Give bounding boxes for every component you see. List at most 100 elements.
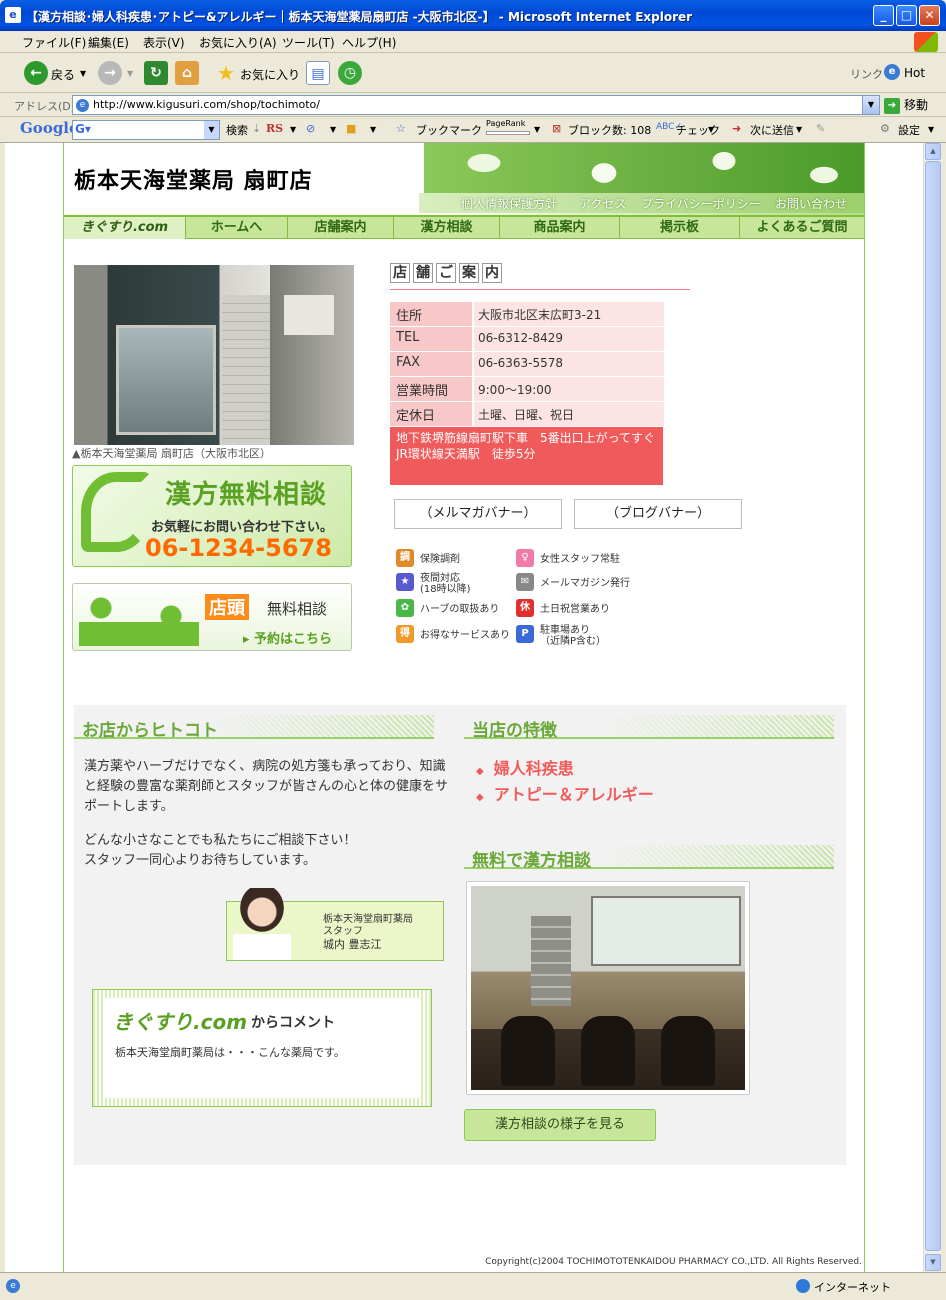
store-photo [74,265,354,445]
banner2-tag: 店頭 [205,594,249,620]
site-page: 栃本天海堂薬局 扇町店 個人情報保護方針 アクセス プライバシーポリシー お問い… [63,143,865,1272]
site-header: 栃本天海堂薬局 扇町店 個人情報保護方針 アクセス プライバシーポリシー お問い… [64,143,864,215]
back-dropdown-icon[interactable]: ▼ [80,69,86,78]
window-title: 【漢方相談･婦人科疾患･アトピー&アレルギー｜栃本天海堂薬局扇町店 -大阪市北区… [26,10,693,24]
mailmag-banner[interactable]: （メルマガバナー） [394,499,562,529]
menu-edit[interactable]: 編集(E) [88,34,129,51]
favorites-label[interactable]: お気に入り [240,66,300,83]
free-consult-phone-banner[interactable]: 漢方無料相談 お気軽にお問い合わせ下さい。 06-1234-5678 [72,465,352,567]
feature-2-label[interactable]: アトピー＆アレルギー [494,785,654,804]
subnav-access[interactable]: アクセス [579,195,626,212]
view-consult-button[interactable]: 漢方相談の様子を見る [464,1109,656,1141]
address-label: アドレス(D) [14,100,76,113]
nav-kampo-consult[interactable]: 漢方相談 [394,217,500,239]
feature-icon: 得 [396,625,414,643]
go-button[interactable]: ➔ 移動 [884,96,928,114]
go-label: 移動 [904,98,929,112]
home-icon[interactable]: ⌂ [175,61,199,85]
page-viewport: 栃本天海堂薬局 扇町店 個人情報保護方針 アクセス プライバシーポリシー お問い… [5,143,923,1272]
vertical-scrollbar[interactable]: ▲ ▼ [923,143,941,1272]
feature-gynecology[interactable]: ◆ 婦人科疾患 [476,755,574,779]
rs-button[interactable]: RS [266,122,283,135]
nav-board[interactable]: 掲示板 [620,217,740,239]
sub-navigation: 個人情報保護方針 アクセス プライバシーポリシー お問い合わせ [419,193,864,213]
minimize-button[interactable]: _ [873,5,894,26]
back-arrow-icon[interactable]: ← [24,61,48,85]
google-search-dropdown-icon[interactable]: ▼ [204,121,219,139]
google-separator-icon: ⇣ [252,122,262,135]
forward-arrow-icon[interactable]: → [98,61,122,85]
page-status-icon: e [6,1279,20,1293]
feature-label: 保険調剤 [420,554,460,565]
nav-home[interactable]: ホームへ [186,217,288,239]
nav-faq[interactable]: よくあるご質問 [740,217,864,239]
bookmark-star-icon[interactable]: ☆ [396,122,406,135]
address-input[interactable]: e http://www.kigusuri.com/shop/tochimoto… [72,95,880,115]
scroll-thumb[interactable] [925,161,941,1251]
comment-inner: きぐすり.com からコメント 栃本天海堂扇町薬局は・・・こんな薬局です。 [103,998,421,1098]
scroll-up-icon[interactable]: ▲ [925,143,941,160]
forward-dropdown-icon[interactable]: ▼ [127,69,133,78]
highlight-dropdown-icon[interactable]: ▼ [370,125,376,134]
pagerank-dropdown-icon[interactable]: ▼ [534,125,540,134]
address-bar: アドレス(D) e http://www.kigusuri.com/shop/t… [0,93,946,117]
menu-help[interactable]: ヘルプ(H) [342,34,396,51]
scroll-down-icon[interactable]: ▼ [925,1254,941,1271]
settings-button[interactable]: 設定 [898,122,920,138]
nav-store-info[interactable]: 店舗案内 [288,217,394,239]
hot-link[interactable]: Hot [904,66,925,80]
close-button[interactable]: ✕ [919,5,940,26]
banner1-phone: 06-1234-5678 [145,534,332,562]
diamond-bullet-icon: ◆ [476,792,484,803]
bookmark-button[interactable]: ブックマーク [416,122,482,138]
banner2-reserve-link[interactable]: ▸ 予約はこちら [243,628,332,647]
rs-dropdown-icon[interactable]: ▼ [290,125,296,134]
pencil-icon[interactable]: ✎ [816,122,825,135]
sendto-dropdown-icon[interactable]: ▼ [796,125,802,134]
google-search-input[interactable]: G▾ ▼ [72,120,220,140]
nav-kigusuri-logo[interactable]: きぐすり.com [64,217,186,239]
refresh-icon[interactable]: ↻ [144,61,168,85]
menu-favorites[interactable]: お気に入り(A) [199,34,277,51]
address-url[interactable]: http://www.kigusuri.com/shop/tochimoto/ [93,98,320,111]
google-search-button[interactable]: 検索 [226,122,248,138]
subnav-privacy-policy[interactable]: プライバシーポリシー [641,195,761,212]
feature-label: 駐車場あり （近隣P含む） [540,625,607,647]
link-icon[interactable]: ⊘ [306,122,315,135]
internet-globe-icon [796,1279,810,1293]
media-icon[interactable]: ▤ [306,61,330,85]
favorites-star-icon[interactable]: ★ [214,61,238,85]
heading-char: 店 [390,263,410,283]
store-sign [284,295,334,335]
page-icon: e [76,99,89,112]
menu-tools[interactable]: ツール(T) [282,34,335,51]
back-label[interactable]: 戻る [51,66,75,83]
banner2-title: 無料相談 [267,600,328,618]
feature-atopy[interactable]: ◆ アトピー＆アレルギー [476,781,654,805]
popup-blocked-count[interactable]: ブロック数: 108 [568,122,651,138]
google-logo[interactable]: Google [20,119,79,137]
menu-view[interactable]: 表示(V) [143,34,185,51]
consult-people-icon [79,594,199,646]
instore-consult-banner[interactable]: 店頭 無料相談 ▸ 予約はこちら [72,583,352,651]
ie-page-icon: e [884,64,900,80]
subnav-contact[interactable]: お問い合わせ [775,195,847,212]
maximize-button[interactable]: □ [896,5,917,26]
links-label[interactable]: リンク [850,66,883,82]
blog-banner[interactable]: （ブログバナー） [574,499,742,529]
address-dropdown-icon[interactable]: ▼ [862,96,879,114]
sendto-button[interactable]: 次に送信 [750,122,794,138]
settings-dropdown-icon[interactable]: ▼ [928,125,934,134]
link-dropdown-icon[interactable]: ▼ [330,125,336,134]
subnav-privacy-policy-jp[interactable]: 個人情報保護方針 [461,195,557,212]
feature-1-label[interactable]: 婦人科疾患 [494,759,574,778]
nav-products[interactable]: 商品案内 [500,217,620,239]
check-dropdown-icon[interactable]: ▼ [708,125,714,134]
consult-room-photo[interactable] [466,881,750,1095]
info-key: FAX [390,352,472,376]
history-icon[interactable]: ◷ [338,61,362,85]
highlight-icon[interactable]: ■ [346,122,356,135]
popup-block-icon: ⊠ [552,122,562,135]
heading-char: 内 [482,263,502,283]
menu-file[interactable]: ファイル(F) [22,34,86,51]
